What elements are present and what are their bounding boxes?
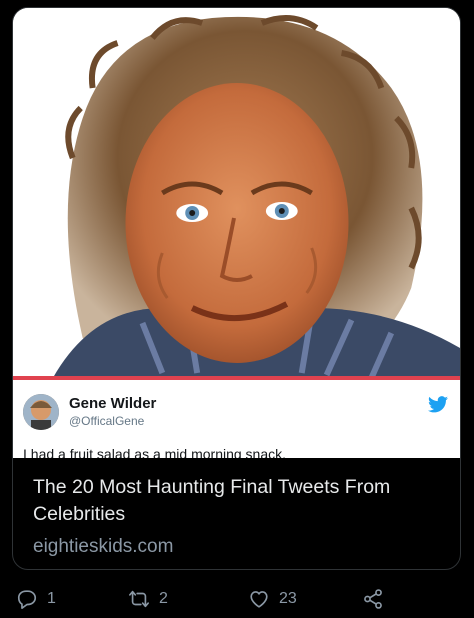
like-button[interactable]: 23 <box>248 586 297 612</box>
link-preview-card[interactable]: Gene Wilder @OfficalGene I had a fruit s… <box>12 7 461 570</box>
share-button[interactable] <box>362 586 384 612</box>
reply-icon <box>17 590 37 609</box>
tweet-actions-bar: 1 2 23 <box>0 578 474 618</box>
card-title[interactable]: The 20 Most Haunting Final Tweets From C… <box>33 474 440 528</box>
retweet-count: 2 <box>159 590 168 607</box>
retweet-button[interactable]: 2 <box>128 586 168 612</box>
share-icon <box>364 589 382 609</box>
like-count: 23 <box>279 590 297 607</box>
embedded-user-handle: @OfficalGene <box>69 414 145 428</box>
reply-button[interactable]: 1 <box>16 586 56 612</box>
avatar <box>23 394 59 430</box>
card-text: The 20 Most Haunting Final Tweets From C… <box>13 458 460 558</box>
card-image[interactable]: Gene Wilder @OfficalGene I had a fruit s… <box>13 8 460 458</box>
embedded-user-name: Gene Wilder <box>69 395 157 412</box>
twitter-bird-icon <box>428 396 448 413</box>
retweet-icon <box>129 590 149 608</box>
reply-count: 1 <box>47 590 56 607</box>
like-icon <box>250 591 268 608</box>
card-domain[interactable]: eightieskids.com <box>33 536 440 558</box>
embedded-tweet-text: I had a fruit salad as a mid morning sna… <box>23 446 287 458</box>
portrait-photo <box>13 8 460 378</box>
embedded-tweet: Gene Wilder @OfficalGene I had a fruit s… <box>13 380 460 458</box>
tweet-screen: Gene Wilder @OfficalGene I had a fruit s… <box>0 0 474 618</box>
